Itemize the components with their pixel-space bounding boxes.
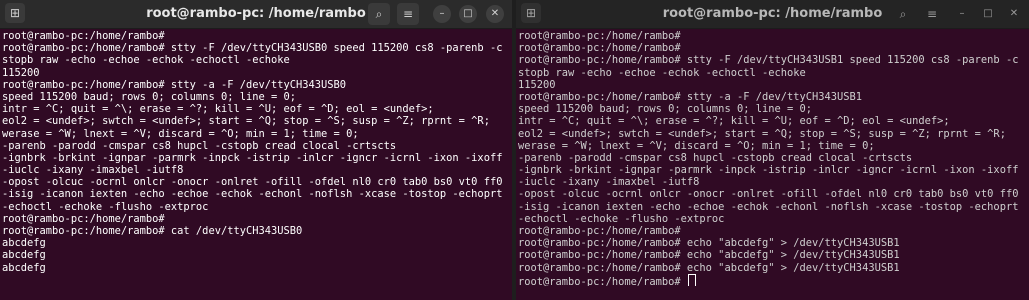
maximize-icon[interactable]: □ <box>459 5 477 23</box>
terminal-line: 115200 <box>2 66 40 79</box>
terminal-line: -ignbrk -brkint -ignpar -parmrk -inpck -… <box>518 164 1019 177</box>
terminal-line: 115200 <box>518 78 556 91</box>
terminal-line: root@rambo-pc:/home/rambo# cat /dev/ttyC… <box>2 225 303 237</box>
terminal-line: root@rambo-pc:/home/rambo# <box>518 42 681 55</box>
terminal-line: root@rambo-pc:/home/rambo# <box>2 212 165 225</box>
terminal-line: root@rambo-pc:/home/rambo# echo "abcdefg… <box>518 261 900 274</box>
terminal-line: speed 115200 baud; rows 0; columns 0; li… <box>2 90 297 103</box>
terminal-line: root@rambo-pc:/home/rambo# echo "abcdefg… <box>518 237 900 250</box>
terminal-output[interactable]: root@rambo-pc:/home/rambo# root@rambo-pc:… <box>518 30 1029 300</box>
title-bar[interactable]: ⊞ root@rambo-pc: /home/rambo ⌕ ≡ – □ ✕ <box>516 0 1029 29</box>
terminal-line: root@rambo-pc:/home/rambo# <box>518 30 681 42</box>
terminal-line: -echoctl -echoke -flusho -extproc <box>2 200 209 213</box>
terminal-line: root@rambo-pc:/home/rambo# <box>518 225 681 237</box>
terminal-line: abcdefg <box>2 249 46 262</box>
close-icon[interactable]: ✕ <box>486 5 504 23</box>
hamburger-menu-icon[interactable]: ≡ <box>397 3 419 25</box>
minimize-icon[interactable]: – <box>433 5 451 23</box>
terminal-line: speed 115200 baud; rows 0; columns 0; li… <box>518 103 813 116</box>
terminal-line: eol2 = <undef>; swtch = <undef>; start =… <box>518 127 1006 140</box>
terminal-line: root@rambo-pc:/home/rambo# stty -a -F /d… <box>518 90 863 103</box>
terminal-line: -iuclc -ixany -imaxbel -iutf8 <box>2 164 184 177</box>
terminal-window-left[interactable]: ⊞ root@rambo-pc: /home/rambo ⌕ ≡ – □ ✕ r… <box>0 0 512 300</box>
terminal-line: -isig -icanon iexten -echo -echoe -echok… <box>2 188 503 201</box>
terminal-line: root@rambo-pc:/home/rambo# <box>2 30 165 42</box>
terminal-line: stopb raw -echo -echoe -echok -echoctl -… <box>518 66 806 79</box>
terminal-line: -parenb -parodd -cmspar cs8 hupcl -cstop… <box>2 139 397 152</box>
maximize-icon[interactable]: □ <box>979 5 997 23</box>
terminal-line: root@rambo-pc:/home/rambo# echo "abcdefg… <box>518 249 900 262</box>
terminal-line: intr = ^C; quit = ^\; erase = ^?; kill =… <box>2 103 434 116</box>
terminal-line: werase = ^W; lnext = ^V; discard = ^O; m… <box>2 127 359 140</box>
terminal-window-right[interactable]: ⊞ root@rambo-pc: /home/rambo ⌕ ≡ – □ ✕ r… <box>516 0 1029 300</box>
terminal-line: root@rambo-pc:/home/rambo# <box>518 273 1029 286</box>
terminal-output[interactable]: root@rambo-pc:/home/rambo# root@rambo-pc:… <box>2 30 512 300</box>
terminal-line: werase = ^W; lnext = ^V; discard = ^O; m… <box>518 139 875 152</box>
search-icon[interactable]: ⌕ <box>892 3 914 25</box>
terminal-line: -echoctl -echoke -flusho -extproc <box>518 212 725 225</box>
terminal-line: intr = ^C; quit = ^\; erase = ^?; kill =… <box>518 115 950 128</box>
hamburger-menu-icon[interactable]: ≡ <box>921 3 943 25</box>
terminal-line: root@rambo-pc:/home/rambo# stty -F /dev/… <box>518 54 1019 67</box>
terminal-line: abcdefg <box>2 237 46 250</box>
terminal-line: -parenb -parodd -cmspar cs8 hupcl -cstop… <box>518 151 913 164</box>
terminal-line: abcdefg <box>2 261 46 274</box>
terminal-line: stopb raw -echo -echoe -echok -echoctl -… <box>2 54 290 67</box>
minimize-icon[interactable]: – <box>953 5 971 23</box>
terminal-line: -iuclc -ixany -imaxbel -iutf8 <box>518 176 700 189</box>
terminal-line: root@rambo-pc:/home/rambo# stty -F /dev/… <box>2 42 503 55</box>
text-cursor <box>687 273 696 286</box>
terminal-line: -opost -olcuc -ocrnl onlcr -onocr -onlre… <box>2 176 503 189</box>
title-bar[interactable]: ⊞ root@rambo-pc: /home/rambo ⌕ ≡ – □ ✕ <box>0 0 512 29</box>
terminal-line: -ignbrk -brkint -ignpar -parmrk -inpck -… <box>2 151 503 164</box>
terminal-line: eol2 = <undef>; swtch = <undef>; start =… <box>2 115 490 128</box>
terminal-line: -isig -icanon iexten -echo -echoe -echok… <box>518 200 1019 213</box>
search-icon[interactable]: ⌕ <box>368 3 390 25</box>
terminal-line: root@rambo-pc:/home/rambo# stty -a -F /d… <box>2 78 347 91</box>
close-icon[interactable]: ✕ <box>1005 5 1023 23</box>
terminal-line: -opost -olcuc -ocrnl onlcr -onocr -onlre… <box>518 188 1019 201</box>
